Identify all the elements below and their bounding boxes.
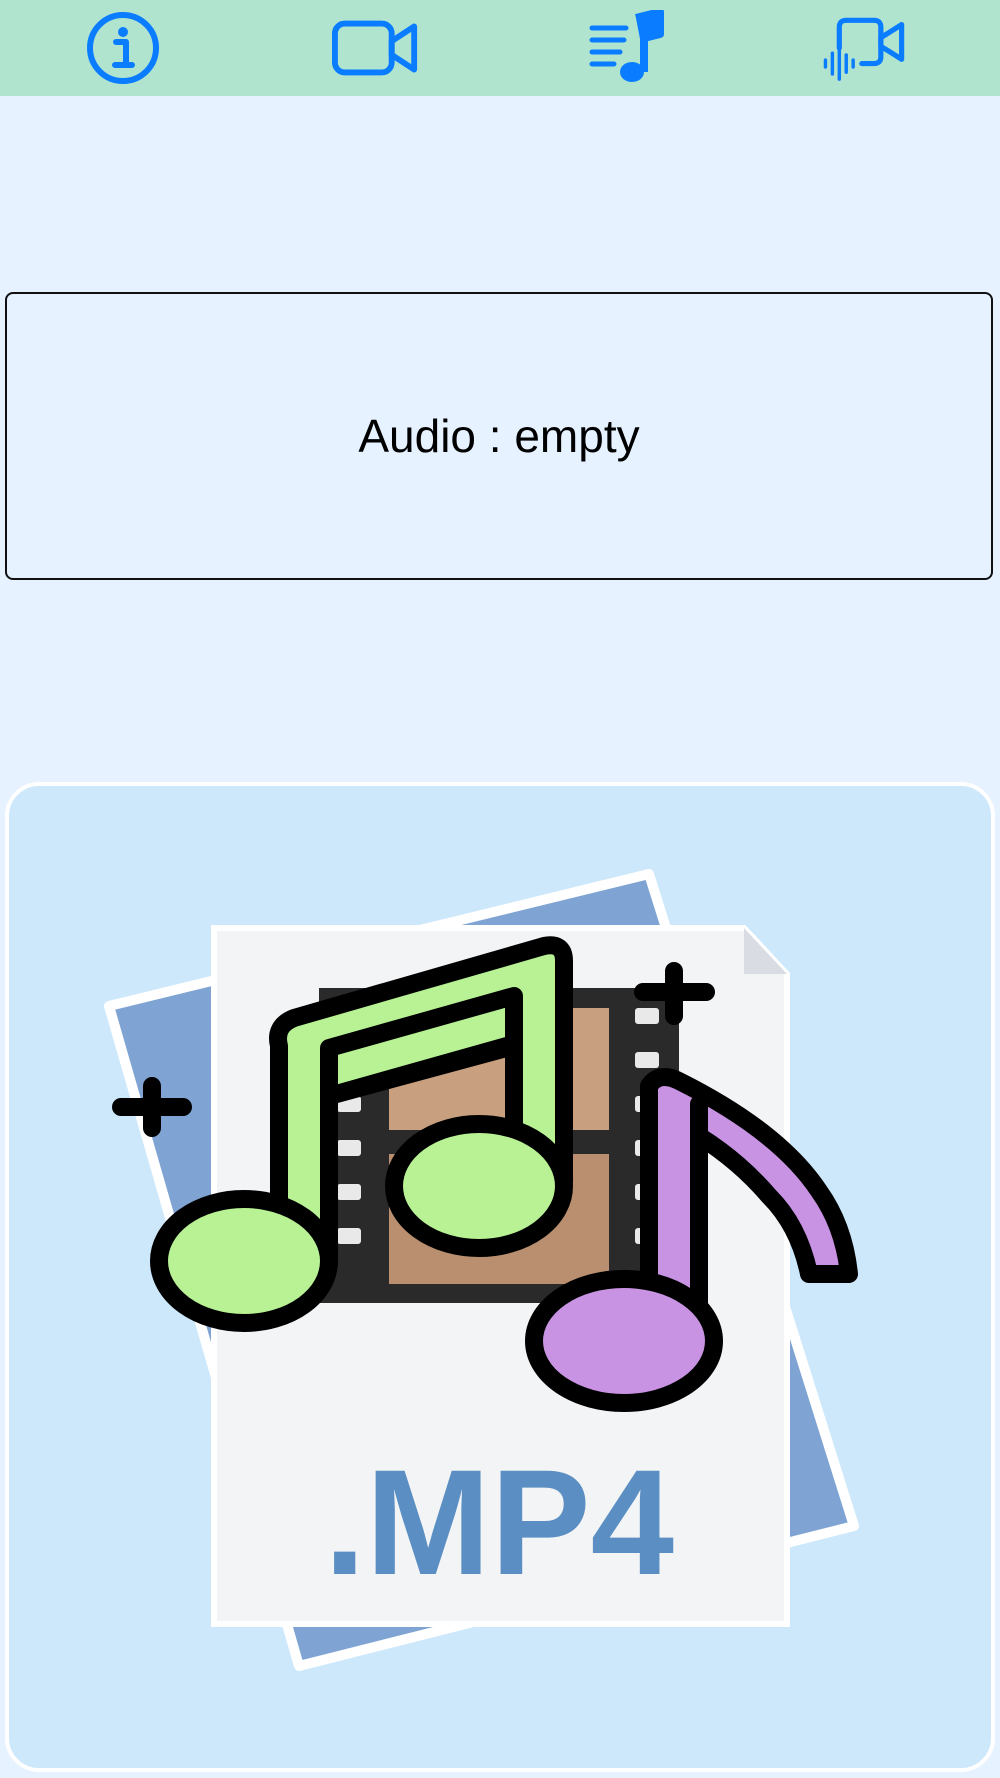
top-toolbar bbox=[0, 0, 1000, 96]
audio-status-box: Audio : empty bbox=[5, 292, 993, 580]
info-icon bbox=[87, 12, 159, 84]
video-with-waveform-icon bbox=[823, 17, 905, 81]
mp4-music-file-icon: .MP4 bbox=[104, 869, 859, 1671]
info-button[interactable] bbox=[78, 8, 168, 88]
video-button[interactable] bbox=[332, 8, 422, 88]
audio-status-text: Audio : empty bbox=[358, 410, 640, 462]
audio-button[interactable] bbox=[581, 8, 671, 88]
mp4-label: .MP4 bbox=[324, 1438, 674, 1606]
music-list-icon bbox=[589, 10, 664, 82]
audio-video-button[interactable] bbox=[822, 8, 912, 88]
mp4-artwork[interactable]: .MP4 bbox=[5, 782, 995, 1772]
video-camera-icon bbox=[332, 20, 418, 76]
